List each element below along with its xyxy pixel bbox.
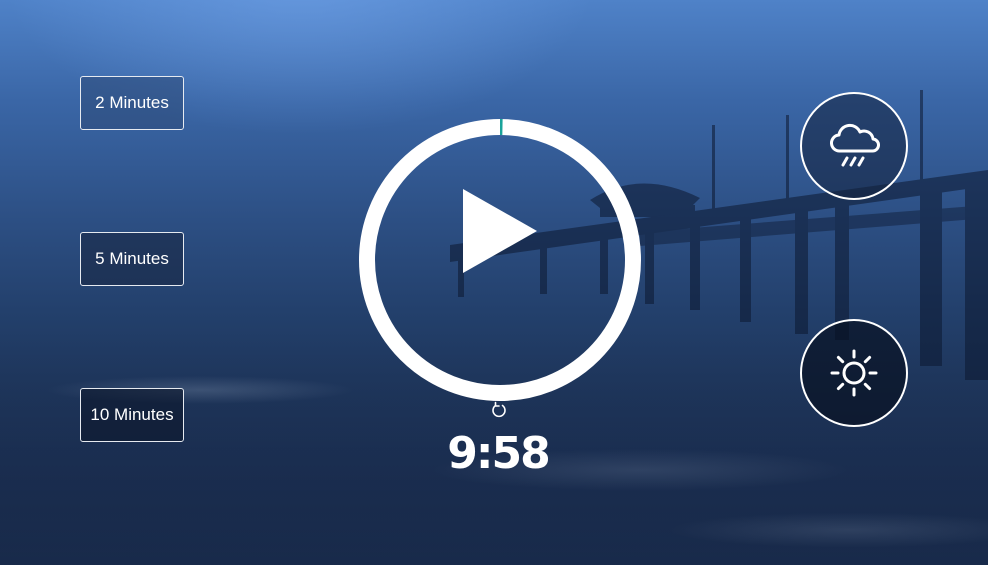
duration-5-minutes-button[interactable]: 5 Minutes [80,232,184,286]
duration-10-minutes-button[interactable]: 10 Minutes [80,388,184,442]
play-button[interactable] [455,185,545,277]
timer-display: 9:58 [447,428,550,479]
play-icon [463,189,537,273]
rain-sound-button[interactable] [800,92,908,200]
sun-icon [830,349,878,397]
cloud-rain-icon [830,123,880,167]
reset-icon[interactable] [490,401,508,419]
duration-2-minutes-button[interactable]: 2 Minutes [80,76,184,130]
sun-sound-button[interactable] [800,319,908,427]
